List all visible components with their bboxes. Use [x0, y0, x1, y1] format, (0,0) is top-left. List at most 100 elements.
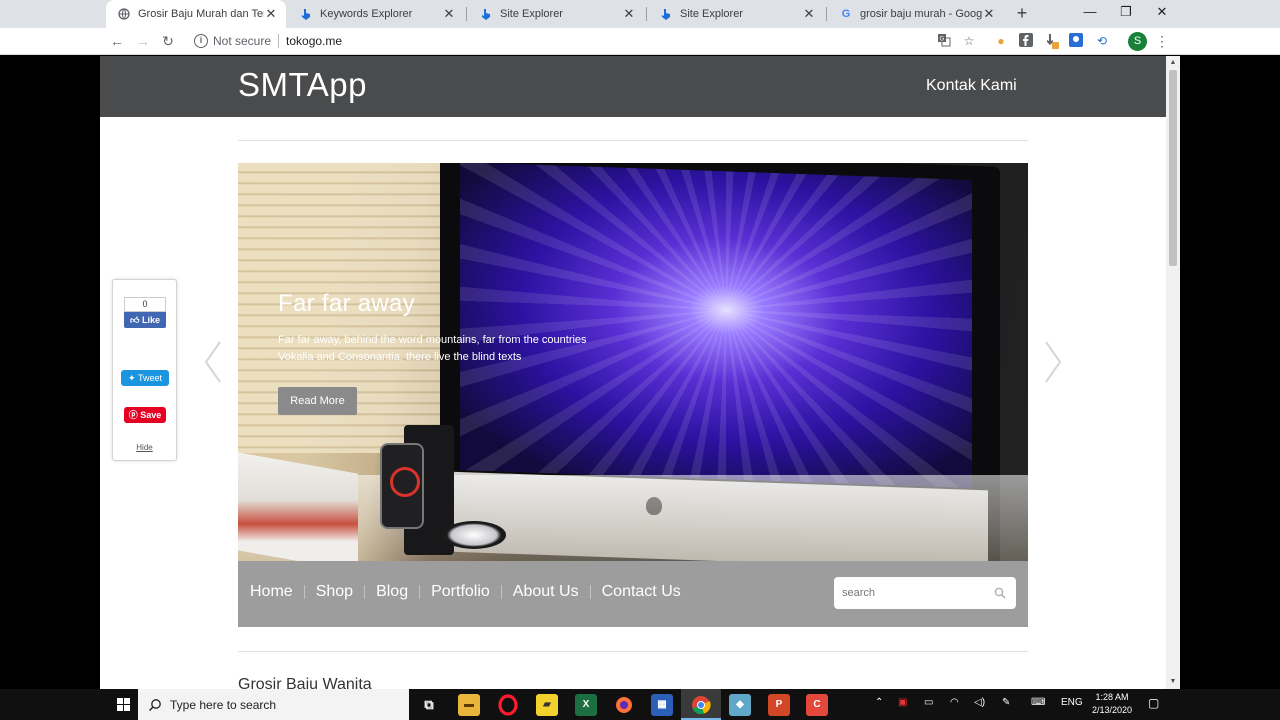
- browser-tab-2[interactable]: Keywords Explorer ✕: [288, 0, 464, 28]
- page-scrollbar[interactable]: ▲ ▼: [1166, 56, 1180, 689]
- taskbar-search[interactable]: Type here to search: [138, 689, 409, 720]
- back-button[interactable]: ←: [107, 31, 127, 51]
- nav-item-contact-us[interactable]: Contact Us: [579, 583, 681, 601]
- bookmark-star-icon[interactable]: ☆: [961, 33, 977, 49]
- download-extension-icon[interactable]: [1043, 33, 1059, 49]
- close-tab-icon[interactable]: ✕: [982, 6, 996, 22]
- start-button[interactable]: [108, 689, 138, 720]
- read-more-button[interactable]: Read More: [278, 387, 357, 415]
- translate-icon[interactable]: G: [936, 33, 952, 49]
- url-text[interactable]: tokogo.me: [286, 34, 342, 48]
- new-tab-button[interactable]: +: [1012, 2, 1032, 24]
- tab-divider: [826, 7, 827, 21]
- opera-icon[interactable]: [497, 694, 519, 716]
- browser-toolbar: ← → ↻ i Not secure tokogo.me G ☆ ● ⟲ S ⋮: [0, 28, 1280, 55]
- taskbar-search-placeholder: Type here to search: [170, 697, 277, 712]
- hide-share-link[interactable]: Hide: [113, 443, 176, 452]
- search-icon[interactable]: [994, 587, 1006, 599]
- cookie-extension-icon[interactable]: ●: [993, 33, 1009, 49]
- firefox-icon[interactable]: [613, 694, 635, 716]
- search-icon: [149, 698, 161, 711]
- tweet-button[interactable]: ✦ Tweet: [121, 370, 169, 386]
- language-indicator[interactable]: ENG: [1061, 697, 1083, 708]
- volume-icon[interactable]: ◁): [974, 697, 985, 708]
- task-view-icon[interactable]: ⧉: [418, 694, 440, 716]
- carousel-prev-icon[interactable]: [202, 340, 224, 384]
- main-navigation: Home Shop Blog Portfolio About Us Contac…: [238, 561, 1028, 627]
- tab-strip: Grosir Baju Murah dan Terlengkap ✕ Keywo…: [0, 0, 1280, 28]
- tab-title: grosir baju murah - Google Search: [860, 8, 982, 20]
- carousel-next-icon[interactable]: [1042, 340, 1064, 384]
- nav-label[interactable]: Blog: [376, 583, 408, 601]
- keyboard-icon[interactable]: ⌨: [1031, 697, 1045, 708]
- profile-avatar[interactable]: S: [1128, 32, 1147, 51]
- file-explorer-icon[interactable]: ▬: [458, 694, 480, 716]
- section-heading: Grosir Baju Wanita: [238, 676, 372, 689]
- scroll-down-icon[interactable]: ▼: [1166, 675, 1180, 689]
- slide-title: Far far away: [278, 290, 415, 317]
- scrollbar-thumb[interactable]: [1169, 70, 1177, 266]
- address-bar[interactable]: i Not secure tokogo.me: [186, 30, 986, 52]
- ahrefs-icon: [480, 8, 492, 20]
- powerpoint-icon[interactable]: P: [768, 694, 790, 716]
- pinterest-save-button[interactable]: ⓟ Save: [124, 407, 166, 423]
- facebook-thumb-icon: 👍︎: [130, 315, 140, 325]
- search-input[interactable]: [834, 577, 1016, 609]
- nav-divider: [500, 585, 502, 599]
- pen-icon[interactable]: ✎: [1002, 697, 1010, 708]
- browser-tab-4[interactable]: Site Explorer ✕: [648, 0, 824, 28]
- battery-icon[interactable]: ▭: [924, 697, 933, 708]
- nav-item-shop[interactable]: Shop: [293, 583, 353, 601]
- browser-tab-5[interactable]: G grosir baju murah - Google Search ✕: [828, 0, 1004, 28]
- menu-icon[interactable]: ⋮: [1154, 33, 1170, 49]
- info-icon[interactable]: i: [194, 34, 208, 48]
- tab-divider: [466, 7, 467, 21]
- network-app-icon[interactable]: ▦: [651, 694, 673, 716]
- show-hidden-icons[interactable]: ⌃: [875, 697, 883, 708]
- sticky-notes-icon[interactable]: ▰: [536, 694, 558, 716]
- share-widget: 0 👍︎ Like ✦ Tweet ⓟ Save Hide: [112, 279, 177, 461]
- browser-tab-3[interactable]: Site Explorer ✕: [468, 0, 644, 28]
- nav-label[interactable]: Contact Us: [602, 583, 681, 601]
- excel-icon[interactable]: X: [575, 694, 597, 716]
- nav-divider: [589, 585, 591, 599]
- facebook-extension-icon[interactable]: [1018, 33, 1034, 49]
- antivirus-tray-icon[interactable]: ▣: [898, 697, 907, 708]
- contact-link[interactable]: Kontak Kami: [926, 77, 1017, 95]
- close-window-button[interactable]: ✕: [1144, 0, 1180, 24]
- site-header: SMTApp Kontak Kami: [100, 56, 1166, 117]
- minimize-button[interactable]: —: [1072, 0, 1108, 24]
- nav-item-about-us[interactable]: About Us: [490, 583, 579, 601]
- nav-label[interactable]: About Us: [513, 583, 579, 601]
- browser-tab-1[interactable]: Grosir Baju Murah dan Terlengkap ✕: [106, 0, 286, 28]
- tab-title: Site Explorer: [680, 8, 743, 20]
- nav-label[interactable]: Home: [250, 583, 293, 601]
- camtasia-icon[interactable]: C: [806, 694, 828, 716]
- link-extension-icon[interactable]: ⟲: [1094, 33, 1110, 49]
- close-tab-icon[interactable]: ✕: [442, 6, 456, 22]
- nav-label[interactable]: Portfolio: [431, 583, 490, 601]
- site-brand[interactable]: SMTApp: [238, 66, 367, 104]
- page-viewport: SMTApp Kontak Kami Far far away Far far …: [100, 56, 1180, 689]
- wifi-icon[interactable]: ◠: [950, 697, 959, 708]
- nav-item-portfolio[interactable]: Portfolio: [408, 583, 490, 601]
- forward-button[interactable]: →: [133, 31, 153, 51]
- tweet-label: Tweet: [137, 373, 162, 383]
- close-tab-icon[interactable]: ✕: [264, 6, 278, 22]
- chrome-icon[interactable]: [690, 694, 712, 716]
- system-clock[interactable]: 1:28 AM 2/13/2020: [1087, 691, 1137, 717]
- snipping-tool-icon[interactable]: ◆: [729, 694, 751, 716]
- facebook-like-button[interactable]: 👍︎ Like: [124, 312, 166, 328]
- slide-text: Far far away, behind the word mountains,…: [278, 334, 587, 363]
- restore-button[interactable]: ❐: [1108, 0, 1144, 24]
- scroll-up-icon[interactable]: ▲: [1166, 56, 1180, 70]
- nav-label[interactable]: Shop: [316, 583, 353, 601]
- hero-image: [442, 521, 506, 549]
- nav-item-home[interactable]: Home: [250, 583, 293, 601]
- nav-item-blog[interactable]: Blog: [353, 583, 408, 601]
- extension-icon[interactable]: [1068, 33, 1084, 49]
- reload-button[interactable]: ↻: [158, 31, 178, 51]
- notifications-icon[interactable]: ▢: [1148, 696, 1159, 710]
- close-tab-icon[interactable]: ✕: [622, 6, 636, 22]
- close-tab-icon[interactable]: ✕: [802, 6, 816, 22]
